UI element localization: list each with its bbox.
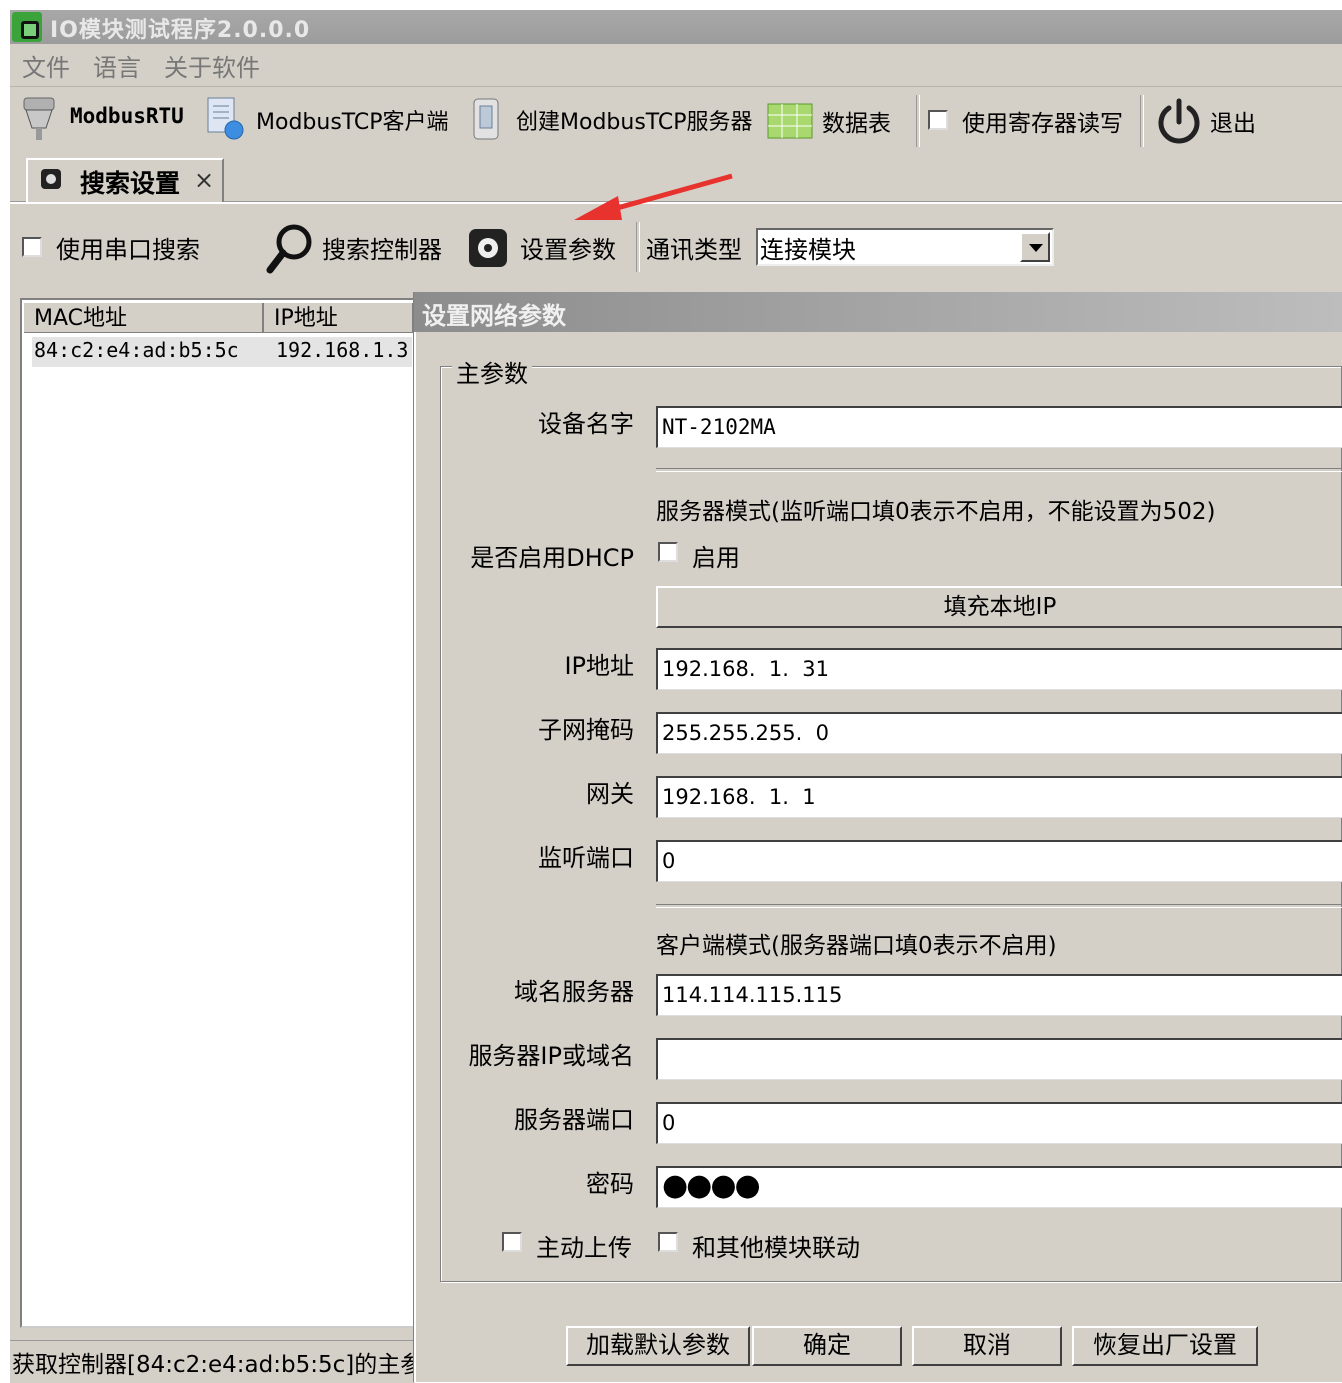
power-icon <box>1158 98 1200 144</box>
dns-input[interactable]: 114.114.115.115 <box>656 974 1342 1016</box>
password-label: 密码 <box>586 1170 634 1198</box>
annotation-arrow-icon <box>574 173 733 220</box>
server-port-input[interactable]: 0 <box>656 1102 1342 1144</box>
password-input[interactable]: ●●●● <box>656 1166 1342 1208</box>
search-controller-label[interactable]: 搜索控制器 <box>322 230 442 265</box>
auto-upload-label: 主动上传 <box>536 1234 632 1262</box>
data-table-button[interactable] <box>766 100 814 140</box>
data-table-label[interactable]: 数据表 <box>822 104 891 138</box>
cell-mac: 84:c2:e4:ad:b5:5c <box>34 338 239 362</box>
tab-search-settings-label[interactable]: 搜索设置 <box>80 164 180 200</box>
comm-type-label: 通讯类型 <box>646 236 742 264</box>
auto-upload-checkbox[interactable] <box>502 1232 522 1252</box>
serial-connector-icon <box>23 97 55 140</box>
modbus-tcp-client-label[interactable]: ModbusTCP客户端 <box>256 104 449 136</box>
gear-icon <box>469 229 507 267</box>
network-document-icon <box>207 97 244 140</box>
device-name-input[interactable]: NT-2102MA <box>656 406 1342 448</box>
modbus-rtu-button[interactable] <box>20 94 60 144</box>
link-modules-label: 和其他模块联动 <box>692 1234 860 1262</box>
cancel-button[interactable]: 取消 <box>912 1326 1062 1366</box>
load-default-button[interactable]: 加载默认参数 <box>566 1326 750 1366</box>
menu-about[interactable]: 关于软件 <box>164 48 260 83</box>
section-divider <box>656 904 1342 908</box>
section-divider <box>656 468 1342 472</box>
listen-port-input[interactable]: 0 <box>656 840 1342 882</box>
use-serial-search-label: 使用串口搜索 <box>56 236 200 264</box>
client-mode-note: 客户端模式(服务器端口填0表示不启用) <box>656 933 1057 959</box>
column-header-mac[interactable]: MAC地址 <box>24 303 264 333</box>
app-icon <box>12 12 42 42</box>
tab-settings-icon <box>40 168 62 190</box>
group-title: 主参数 <box>452 354 532 389</box>
dns-label: 域名服务器 <box>514 978 634 1006</box>
cell-ip: 192.168.1.3 <box>276 338 409 362</box>
listen-port-label: 监听端口 <box>538 844 634 872</box>
modbus-tcp-client-button[interactable] <box>204 96 246 142</box>
gateway-input[interactable]: 192.168. 1. 1 <box>656 776 1342 818</box>
set-params-button[interactable] <box>468 228 508 268</box>
create-server-button[interactable] <box>466 96 506 142</box>
dialog-title: 设置网络参数 <box>422 302 566 330</box>
ip-input[interactable]: 192.168. 1. 31 <box>656 648 1342 690</box>
chevron-down-icon[interactable] <box>1020 232 1050 262</box>
window-title: IO模块测试程序2.0.0.0 <box>50 18 311 43</box>
dhcp-label: 是否启用DHCP <box>470 544 634 572</box>
menu-file[interactable]: 文件 <box>22 48 70 83</box>
mask-label: 子网掩码 <box>538 716 634 744</box>
server-ip-input[interactable] <box>656 1038 1342 1080</box>
use-register-rw-label: 使用寄存器读写 <box>962 111 1123 137</box>
menu-language[interactable]: 语言 <box>93 48 141 83</box>
grid-table-icon <box>767 103 813 139</box>
exit-button[interactable] <box>1154 96 1204 146</box>
set-params-label[interactable]: 设置参数 <box>520 230 616 265</box>
use-serial-search-checkbox[interactable] <box>22 237 42 257</box>
tab-close-icon[interactable]: × <box>194 166 214 194</box>
gateway-label: 网关 <box>586 780 634 808</box>
ip-label: IP地址 <box>564 652 634 680</box>
column-header-ip[interactable]: IP地址 <box>264 303 414 333</box>
mask-input[interactable]: 255.255.255. 0 <box>656 712 1342 754</box>
link-modules-checkbox[interactable] <box>658 1232 678 1252</box>
server-port-label: 服务器端口 <box>514 1106 634 1134</box>
server-icon <box>473 98 499 140</box>
toolbar-separator <box>1140 95 1144 147</box>
search-controller-button[interactable] <box>266 222 316 274</box>
fill-local-ip-button[interactable]: 填充本地IP <box>656 586 1342 628</box>
dhcp-checkbox[interactable] <box>658 542 678 562</box>
status-text: 获取控制器[84:c2:e4:ad:b5:5c]的主参数 <box>12 1352 415 1378</box>
toolbar-separator <box>916 95 920 147</box>
exit-label[interactable]: 退出 <box>1210 104 1256 138</box>
ok-button[interactable]: 确定 <box>752 1326 902 1366</box>
server-mode-note: 服务器模式(监听端口填0表示不启用，不能设置为502) <box>656 499 1216 525</box>
use-register-rw-checkbox[interactable] <box>928 110 948 130</box>
comm-type-value: 连接模块 <box>760 236 856 264</box>
dhcp-enable-label: 启用 <box>692 544 740 572</box>
search-icon <box>266 224 312 274</box>
subbar-separator <box>636 222 640 272</box>
device-name-label: 设备名字 <box>538 410 634 438</box>
modbus-rtu-label[interactable]: ModbusRTU <box>70 104 184 128</box>
factory-reset-button[interactable]: 恢复出厂设置 <box>1072 1326 1258 1366</box>
server-ip-label: 服务器IP或域名 <box>468 1042 634 1070</box>
create-server-label[interactable]: 创建ModbusTCP服务器 <box>516 104 753 136</box>
